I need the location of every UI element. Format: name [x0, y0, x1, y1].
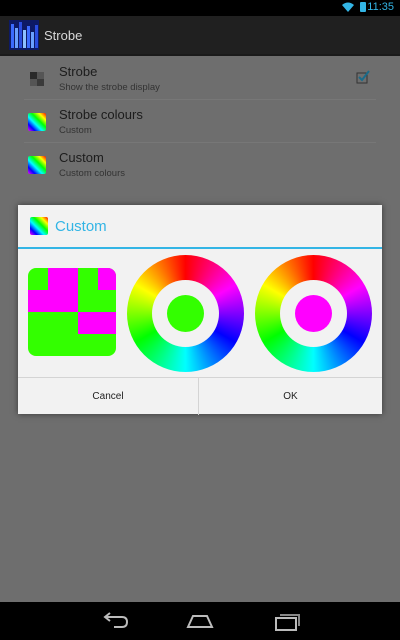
- back-icon[interactable]: [100, 611, 130, 631]
- dialog-header: Custom: [18, 205, 382, 249]
- strobe-small-icon: [30, 72, 44, 86]
- navigation-bar: [0, 602, 400, 640]
- pref-item-strobe[interactable]: Strobe Show the strobe display: [24, 58, 376, 100]
- color-wheel-1[interactable]: [127, 255, 244, 372]
- pref-summary: Custom colours: [59, 168, 125, 179]
- recent-apps-icon[interactable]: [272, 611, 302, 631]
- home-icon[interactable]: [185, 611, 215, 631]
- battery-icon: [360, 2, 366, 12]
- custom-colours-dialog: Custom Cancel OK: [18, 205, 382, 415]
- pref-summary: Show the strobe display: [59, 82, 160, 93]
- selected-color-swatch[interactable]: [167, 295, 204, 332]
- status-bar: 11:35: [0, 0, 400, 16]
- checkbox-checked-icon[interactable]: [356, 70, 370, 84]
- action-bar: Strobe: [0, 16, 400, 56]
- app-title: Strobe: [44, 28, 83, 43]
- divider: [24, 99, 376, 100]
- pref-title: Custom: [59, 150, 104, 165]
- strobe-app-icon[interactable]: [9, 20, 39, 50]
- rainbow-gradient-icon: [30, 217, 48, 235]
- selected-color-swatch[interactable]: [295, 295, 332, 332]
- rainbow-gradient-icon: [28, 113, 46, 131]
- pref-item-strobe-colours[interactable]: Strobe colours Custom: [24, 101, 376, 143]
- status-time: 11:35: [367, 1, 394, 13]
- ok-button[interactable]: OK: [200, 378, 381, 415]
- wifi-icon: [342, 2, 354, 12]
- pref-title: Strobe: [59, 64, 98, 79]
- color-wheel-2[interactable]: [255, 255, 372, 372]
- dialog-button-bar: Cancel OK: [18, 377, 382, 415]
- pref-item-custom[interactable]: Custom Custom colours: [24, 144, 376, 186]
- cancel-button[interactable]: Cancel: [18, 378, 199, 415]
- dialog-title: Custom: [55, 218, 107, 235]
- strobe-preview[interactable]: [28, 268, 116, 356]
- pref-title: Strobe colours: [59, 107, 143, 122]
- divider: [24, 142, 376, 143]
- pref-summary: Custom: [59, 125, 92, 136]
- rainbow-gradient-icon: [28, 156, 46, 174]
